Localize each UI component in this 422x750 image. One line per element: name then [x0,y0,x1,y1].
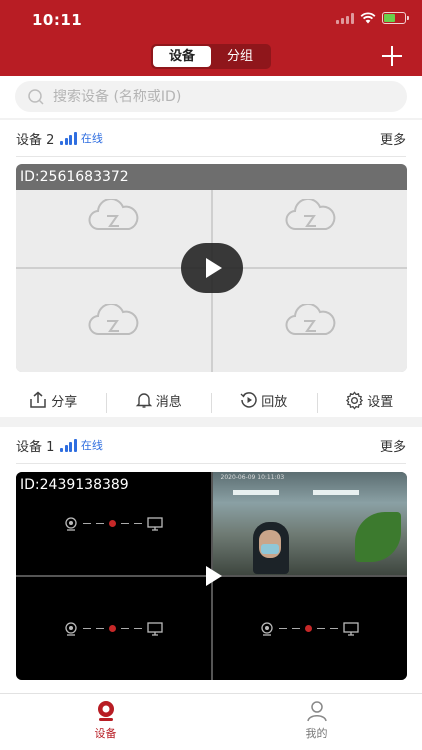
wifi-icon [360,12,376,24]
cloud-offline-icon [285,303,336,335]
device-card: 设备 1 在线 更多 2020-06-09 10:11:03 ID:243913… [0,427,422,693]
channel-cell[interactable] [16,577,211,680]
online-status: 在线 [80,132,103,145]
add-device-icon[interactable] [382,46,402,66]
device-camera-icon [97,701,114,721]
bell-icon [135,393,152,408]
search-bar [0,76,422,118]
tab-devices-label: 设备 [94,727,117,740]
cellular-signal-icon [336,12,354,24]
playback-icon [240,392,257,408]
header: 10:11 设备 分组 [0,0,422,76]
tab-mine-label: 我的 [305,727,328,740]
more-button[interactable]: 更多 [380,129,406,148]
cloud-offline-icon [88,198,139,230]
battery-icon [382,12,409,24]
channel-cell[interactable] [212,577,407,680]
device-card-header: 设备 1 在线 更多 [16,427,406,464]
play-button[interactable] [197,561,227,591]
status-icons [336,12,409,24]
share-label: 分享 [51,394,78,410]
monitor-icon [147,621,163,636]
more-button[interactable]: 更多 [380,436,406,455]
camera-icon [65,621,77,636]
device-disconnected-indicator [64,621,163,636]
cloud-offline-icon [285,198,336,230]
device-card: 设备 2 在线 更多 ID:2561683372 分享 消息 回放 设置 [0,120,422,417]
channel-cell[interactable] [16,269,211,372]
tab-devices-bottom[interactable]: 设备 [0,694,211,750]
cloud-offline-icon [88,303,139,335]
signal-strength-icon [60,131,77,145]
tab-devices[interactable]: 设备 [153,46,211,67]
search-input[interactable] [53,88,383,105]
device-disconnected-indicator [260,621,359,636]
device-actions: 分享 消息 回放 设置 [0,382,422,418]
camera-preview[interactable]: 2020-06-09 10:11:03 ID:2439138389 [16,472,407,680]
segment-control: 设备 分组 [151,44,271,69]
device-name: 设备 1 [16,439,55,455]
camera-preview[interactable]: ID:2561683372 [16,164,407,372]
messages-label: 消息 [155,394,182,410]
messages-button[interactable]: 消息 [105,391,212,413]
monitor-icon [147,516,163,531]
playback-button[interactable]: 回放 [211,391,317,413]
camera-icon [261,621,273,636]
camera-icon [65,516,77,531]
device-id: ID:2439138389 [20,477,129,493]
user-icon [306,701,327,722]
play-button[interactable] [180,243,243,293]
share-icon [30,391,46,408]
device-id: ID:2561683372 [16,164,407,190]
device-disconnected-indicator [64,516,163,531]
tab-mine[interactable]: 我的 [211,694,422,750]
settings-button[interactable]: 设置 [316,390,422,413]
settings-label: 设置 [367,394,394,410]
search-box [15,81,407,112]
tab-groups[interactable]: 分组 [211,46,269,67]
device-card-header: 设备 2 在线 更多 [16,120,406,157]
monitor-icon [343,621,359,636]
gear-icon [346,390,364,410]
search-icon [28,88,44,105]
share-button[interactable]: 分享 [0,391,106,410]
online-status: 在线 [80,439,103,452]
channel-cell[interactable] [212,269,407,372]
device-name: 设备 2 [16,132,55,148]
status-time: 10:11 [32,11,83,29]
playback-label: 回放 [261,394,288,410]
signal-strength-icon [60,438,77,452]
tab-bar: 设备 我的 [0,693,422,750]
